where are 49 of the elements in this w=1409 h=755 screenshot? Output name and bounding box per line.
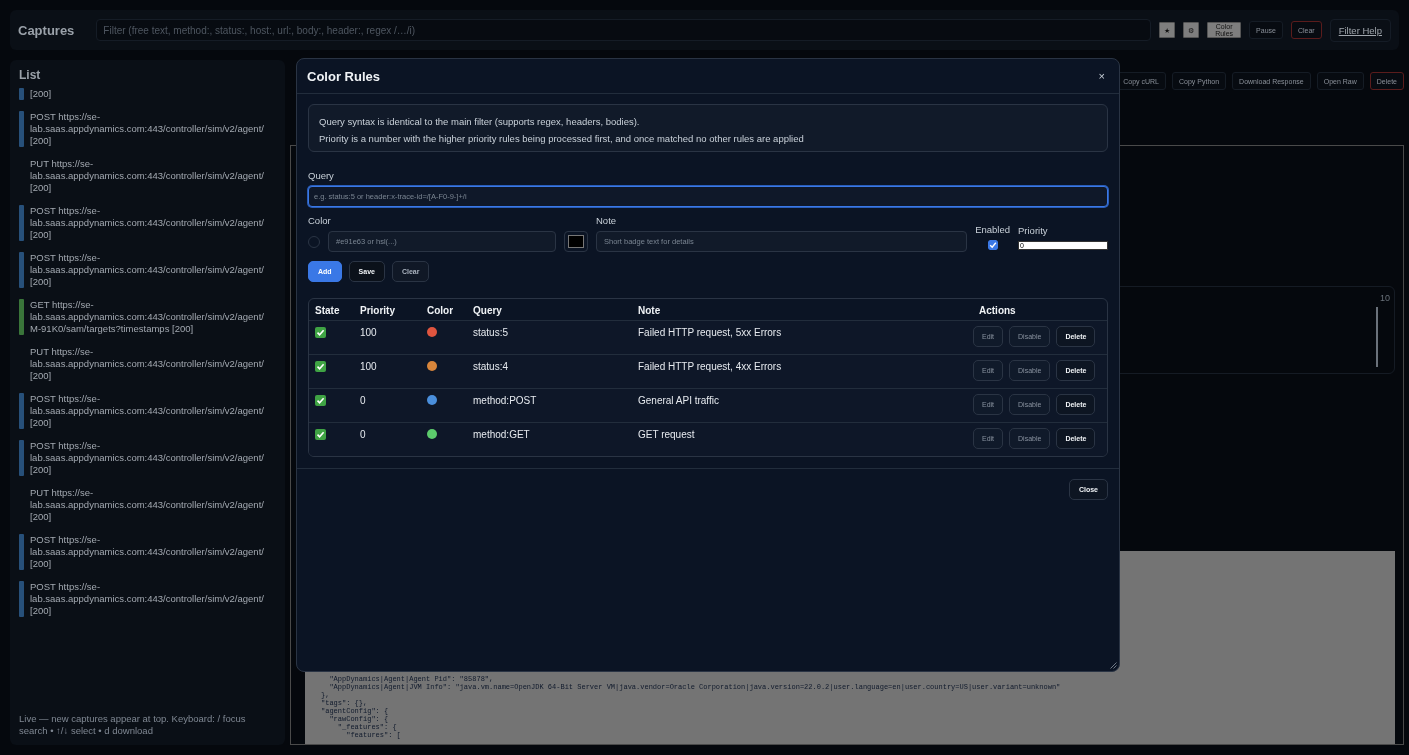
field-label: Query [308, 170, 335, 181]
table-cell-text: 100 [359, 326, 378, 340]
capture-item[interactable]: GET https://se- lab.saas.appdynamics.com:443/controller/sim/v2/agent/ M-91K0/sam/targets?timestamps [200] [30, 299, 264, 335]
capture-item[interactable]: POST https://se- lab.saas.appdynamics.com:443/controller/sim/v2/agent/ [200] [30, 440, 264, 476]
filter-help-link[interactable]: Filter Help [1329, 18, 1391, 42]
capture-item[interactable]: POST https://se- lab.saas.appdynamics.com:443/controller/sim/v2/agent/ [200] [30, 393, 264, 429]
table-cell-text: 100 [359, 360, 378, 374]
capture-item[interactable]: PUT https://se- lab.saas.appdynamics.com:443/controller/sim/v2/agent/ [200] [30, 158, 264, 194]
capture-item[interactable]: PUT https://se- lab.saas.appdynamics.com:443/controller/sim/v2/agent/ [200] [30, 487, 264, 523]
capture-item[interactable]: POST https://se- lab.saas.appdynamics.com:443/controller/sim/v2/agent/ [200] [30, 581, 264, 617]
column-header: Color [426, 304, 455, 318]
close-button[interactable]: × [1094, 70, 1109, 82]
capture-item[interactable]: POST https://se- lab.saas.appdynamics.com:443/controller/sim/v2/agent/ [200] [30, 111, 264, 147]
app-title: Captures [18, 22, 75, 38]
filter-field[interactable]: Filter (free text, method:, status:, host:, url:, body:, header:, regex /…/i) [96, 19, 1152, 41]
capture-item[interactable]: [200] [30, 88, 52, 100]
info-text: Priority is a number with the higher priority rules being processed first, and once matched no other rules are applied [319, 133, 805, 144]
column-header: Actions [978, 304, 1017, 318]
panel-title: List [19, 68, 42, 82]
table-cell-text: GET request [637, 428, 696, 442]
column-header: Query [472, 304, 503, 318]
axis-label: 10 [1380, 293, 1390, 305]
capture-item[interactable]: PUT https://se- lab.saas.appdynamics.com:443/controller/sim/v2/agent/ [200] [30, 346, 264, 382]
column-header: Note [637, 304, 662, 318]
capture-item[interactable]: POST https://se- lab.saas.appdynamics.com:443/controller/sim/v2/agent/ [200] [30, 534, 264, 570]
field-label: Enabled [975, 224, 1010, 235]
info-text: Query syntax is identical to the main filter (supports regex, headers, bodies). [319, 116, 641, 127]
capture-item[interactable]: POST https://se- lab.saas.appdynamics.com:443/controller/sim/v2/agent/ [200] [30, 205, 264, 241]
table-cell-text: method:POST [472, 394, 538, 408]
column-header: Priority [359, 304, 396, 318]
help-text: Live — new captures appear at top. Keyboard: / focus search • ↑/↓ select • d download [19, 713, 247, 737]
checkbox[interactable] [987, 240, 998, 250]
field-label: Note [596, 215, 618, 226]
field-label: Color [308, 215, 332, 226]
color-picker[interactable] [564, 231, 588, 252]
table-cell-text: General API traffic [637, 394, 720, 408]
table-cell-text: Failed HTTP request, 4xx Errors [637, 360, 783, 374]
field-label: Priority [1018, 225, 1049, 236]
column-header: State [314, 304, 341, 318]
resize-grip-icon[interactable] [1110, 662, 1117, 669]
capture-item[interactable]: POST https://se- lab.saas.appdynamics.com:443/controller/sim/v2/agent/ [200] [30, 252, 264, 288]
table-cell-text: method:GET [472, 428, 531, 442]
table-cell-text: 0 [359, 394, 367, 408]
chart-line [1376, 307, 1378, 367]
table-cell-text: Failed HTTP request, 5xx Errors [637, 326, 783, 340]
table-cell-text: status:4 [472, 360, 510, 374]
table-cell-text: 0 [359, 428, 367, 442]
table-cell-text: status:5 [472, 326, 510, 340]
dialog-title: Color Rules [307, 68, 380, 84]
